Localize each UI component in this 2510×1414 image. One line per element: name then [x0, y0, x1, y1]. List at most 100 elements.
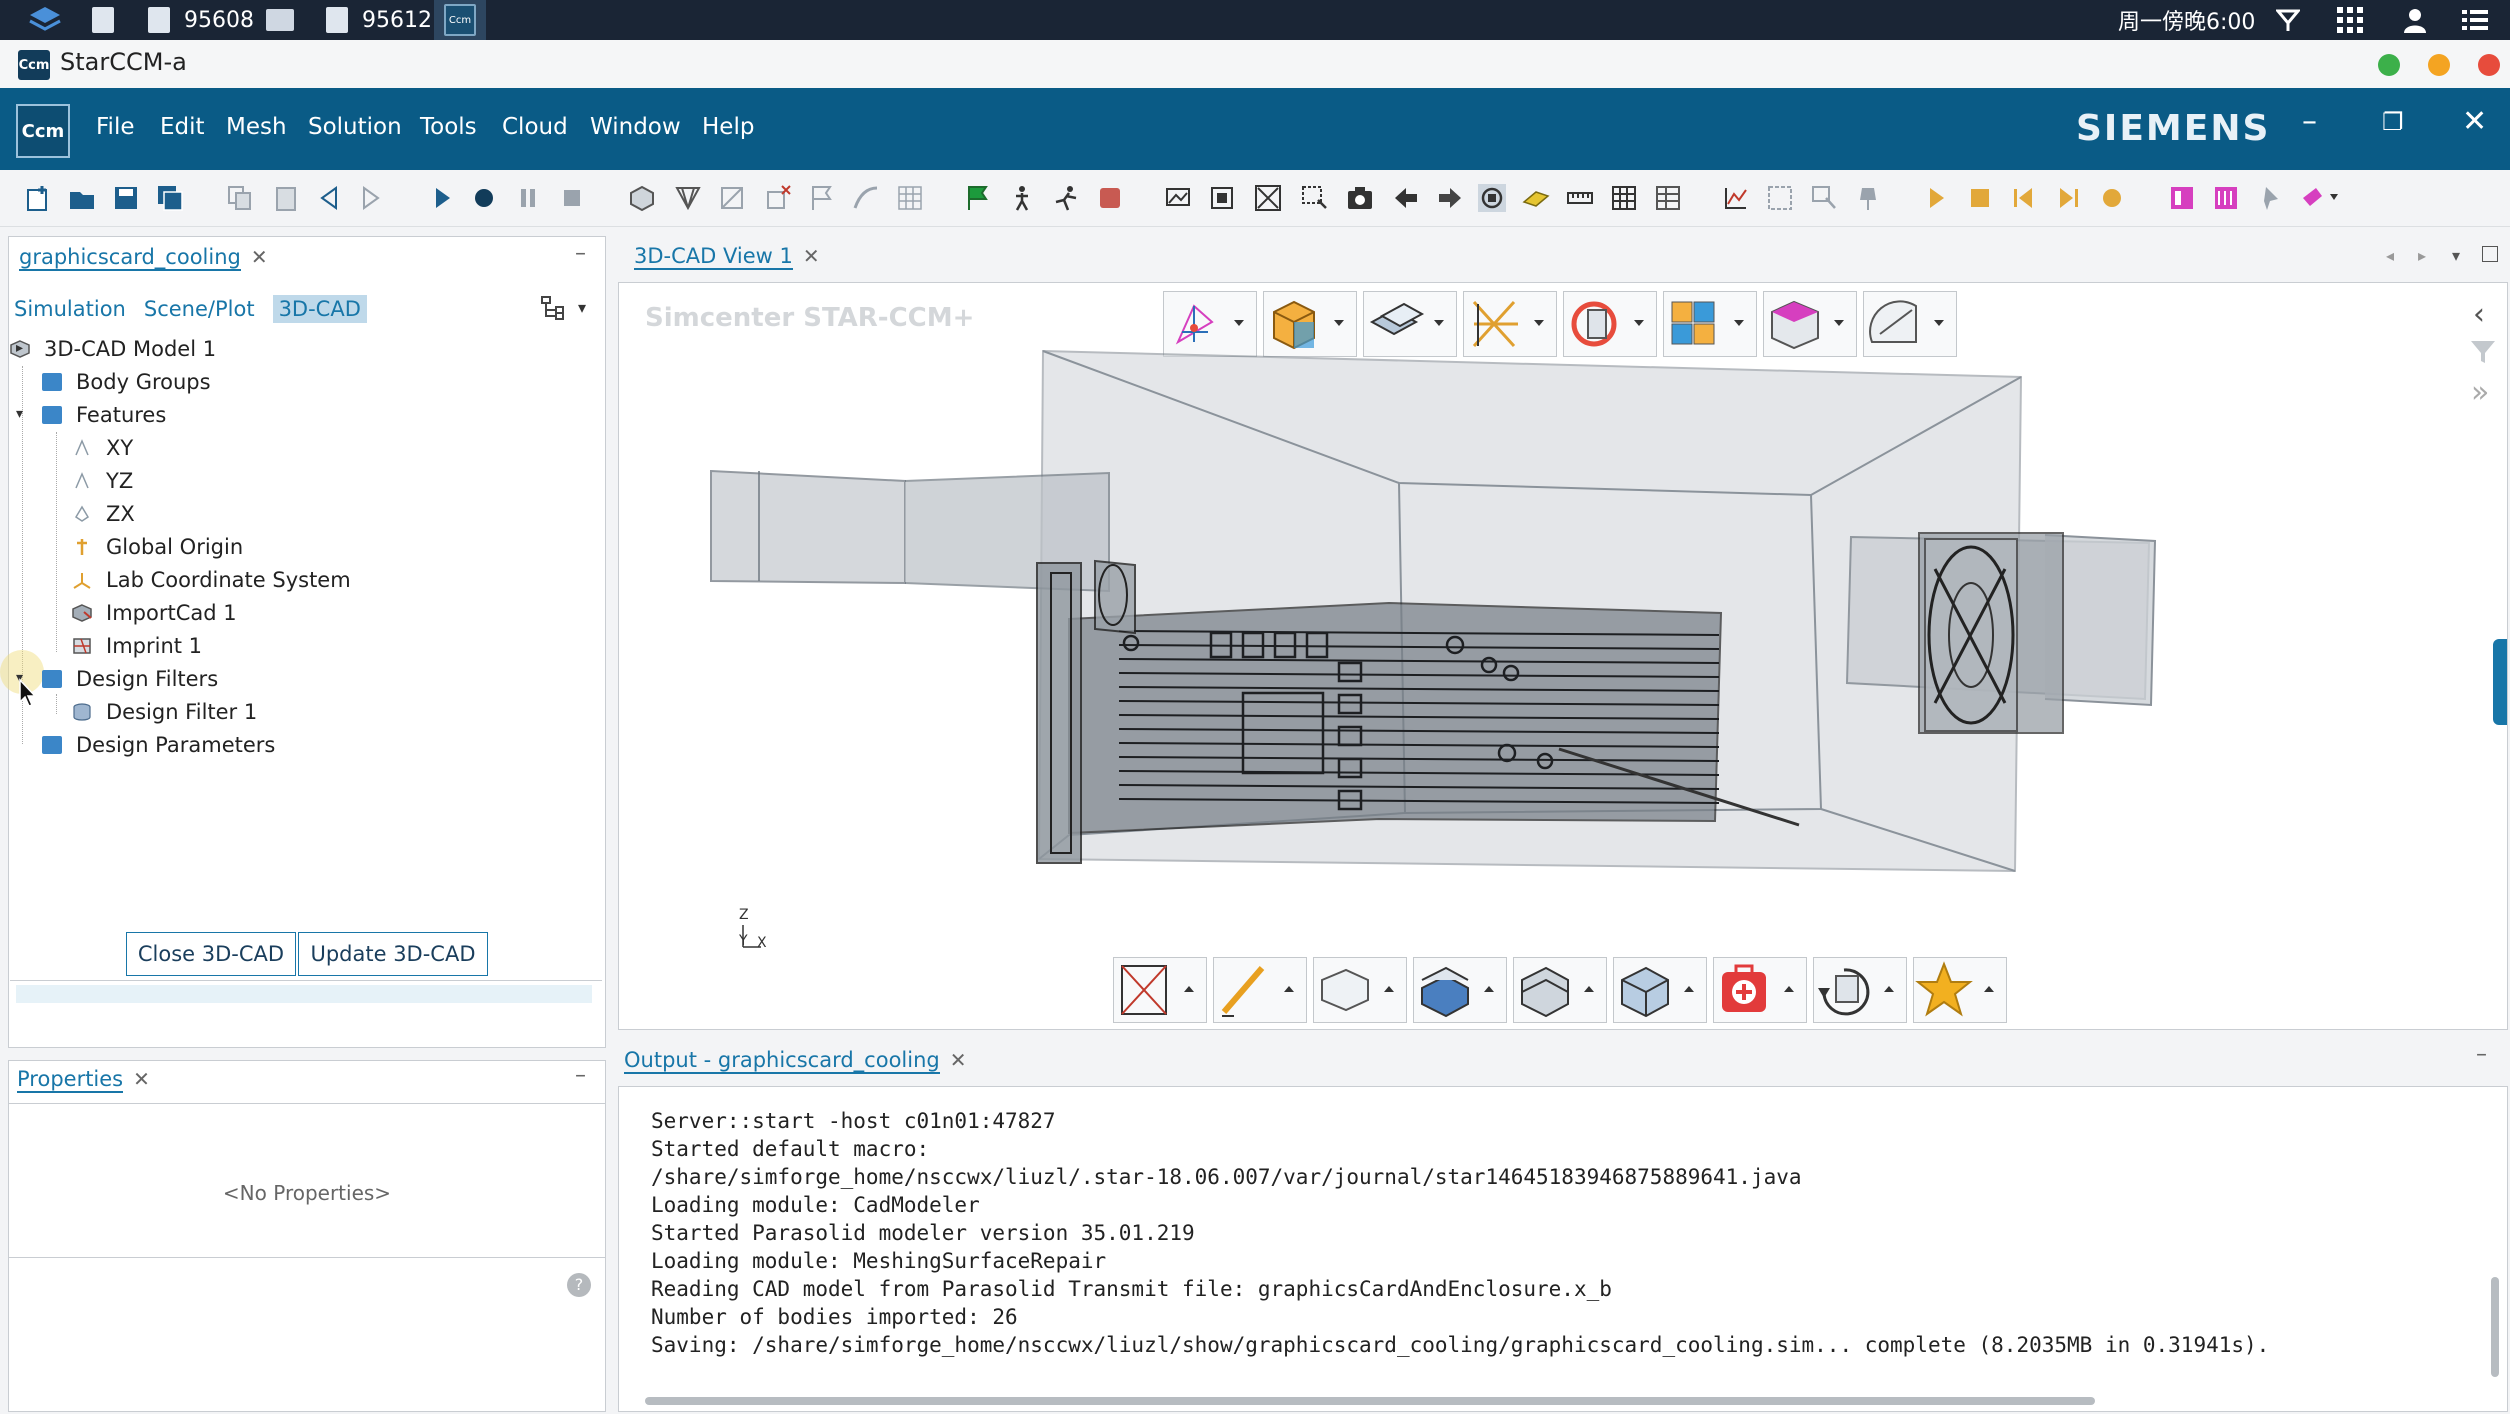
subtab-3d-cad[interactable]: 3D-CAD [272, 295, 367, 323]
file-icon[interactable] [92, 0, 114, 40]
window-minimize-button[interactable] [2378, 54, 2400, 76]
tree-item-design-filter-1[interactable]: Design Filter 1 [72, 695, 257, 728]
collapse-icon[interactable]: ▾ [16, 406, 23, 422]
stop-animation-icon[interactable] [1966, 184, 1994, 212]
plot-icon[interactable] [1722, 184, 1750, 212]
bottom-tool-blend[interactable] [1413, 957, 1507, 1023]
layout-icon[interactable] [2168, 184, 2196, 212]
horizontal-scrollbar[interactable] [645, 1397, 2095, 1405]
taskbar-starccm[interactable]: Ccm [434, 0, 486, 40]
back-arrow-icon[interactable] [1392, 184, 1420, 212]
minimize-icon[interactable]: – [2302, 104, 2317, 139]
play-animation-icon[interactable] [1922, 184, 1950, 212]
network-icon[interactable] [2276, 0, 2300, 40]
3d-cad-view[interactable]: Simcenter STAR-CCM+ ‹ » Z Y X [618, 282, 2508, 1030]
tree-item-lab-coordinate-system[interactable]: Lab Coordinate System [72, 563, 351, 596]
minimize-panel-icon[interactable]: – [575, 1063, 586, 1088]
folder-icon[interactable] [266, 0, 294, 40]
undo-icon[interactable] [316, 184, 344, 212]
subtab-scene-plot[interactable]: Scene/Plot [144, 297, 255, 321]
run-icon[interactable] [428, 184, 456, 212]
apps-grid-icon[interactable] [2336, 0, 2364, 40]
menu-icon[interactable] [2462, 0, 2488, 40]
step-forward-icon[interactable] [2054, 184, 2082, 212]
tab-next-icon[interactable]: ▸ [2418, 246, 2426, 265]
step-back-icon[interactable] [2010, 184, 2038, 212]
tree-item-body-groups[interactable]: Body Groups [42, 365, 211, 398]
copy-icon[interactable] [226, 184, 254, 212]
camera-icon[interactable] [1346, 184, 1374, 212]
forward-arrow-icon[interactable] [1436, 184, 1464, 212]
menu-edit[interactable]: Edit [160, 114, 205, 140]
select-region-icon[interactable] [1300, 184, 1328, 212]
window-close-button[interactable] [2478, 54, 2500, 76]
tree-view-icon[interactable] [540, 294, 566, 322]
close-icon[interactable]: ✕ [251, 245, 268, 269]
run-solver-icon[interactable] [1052, 184, 1080, 212]
paste-icon[interactable] [272, 184, 300, 212]
bottom-tool-transform[interactable] [1813, 957, 1907, 1023]
new-simulation-icon[interactable] [24, 184, 52, 212]
bottom-tool-favorites[interactable] [1913, 957, 2007, 1023]
plane-section-icon[interactable] [1522, 184, 1550, 212]
collapse-side-icon[interactable]: ‹ [2473, 297, 2485, 332]
menu-solution[interactable]: Solution [308, 114, 402, 140]
probe-icon[interactable] [1854, 184, 1882, 212]
record-icon[interactable] [470, 184, 498, 212]
minimize-panel-icon[interactable]: – [575, 241, 586, 266]
menu-file[interactable]: File [96, 114, 135, 140]
bottom-tool-boolean[interactable] [1613, 957, 1707, 1023]
close-icon[interactable]: ✕ [950, 1048, 967, 1072]
grid-cells-icon[interactable] [896, 184, 924, 212]
maximize-view-icon[interactable] [2482, 246, 2498, 262]
select-box-icon[interactable] [1810, 184, 1838, 212]
minimize-panel-icon[interactable]: – [2476, 1042, 2487, 1067]
geometry-icon[interactable] [628, 184, 656, 212]
output-console[interactable]: Server::start -host c01n01:47827 Started… [618, 1086, 2508, 1412]
stop-icon[interactable] [558, 184, 586, 212]
ruler-icon[interactable] [1566, 184, 1594, 212]
tree-item-yz[interactable]: YZ [72, 464, 133, 497]
filter-icon[interactable] [2469, 339, 2497, 365]
view-toggle-icon[interactable] [1478, 184, 1506, 212]
launcher-icon[interactable] [28, 0, 62, 40]
scene-icon[interactable] [1164, 184, 1192, 212]
clear-mesh-icon[interactable] [764, 184, 792, 212]
save-all-icon[interactable] [156, 184, 184, 212]
flag-icon[interactable] [964, 184, 992, 212]
flag-outline-icon[interactable] [808, 184, 836, 212]
window-maximize-button[interactable] [2428, 54, 2450, 76]
step-icon[interactable] [1008, 184, 1036, 212]
table-icon[interactable] [1610, 184, 1638, 212]
restore-icon[interactable]: ❐ [2382, 108, 2404, 136]
select-all-icon[interactable] [1766, 184, 1794, 212]
bottom-tool-split[interactable] [1513, 957, 1607, 1023]
tab-properties[interactable]: Properties ✕ [17, 1067, 150, 1093]
surface-mesh-icon[interactable] [718, 184, 746, 212]
user-icon[interactable] [2402, 0, 2428, 40]
expand-icon[interactable]: ▸ [16, 340, 23, 356]
tree-item-3d-cad-model[interactable]: 3D-CAD Model 1 [10, 332, 216, 365]
menu-help[interactable]: Help [702, 114, 754, 140]
stop-solver-icon[interactable] [1096, 184, 1124, 212]
zoom-extent-icon[interactable] [1254, 184, 1282, 212]
record-animation-icon[interactable] [2098, 184, 2126, 212]
close-icon[interactable]: ✕ [133, 1067, 150, 1091]
tree-item-global-origin[interactable]: Global Origin [72, 530, 243, 563]
tree-item-zx[interactable]: ZX [72, 497, 135, 530]
fit-view-icon[interactable] [1208, 184, 1236, 212]
bottom-tool-sketch[interactable] [1213, 957, 1307, 1023]
tab-list-icon[interactable]: ▾ [2452, 246, 2460, 265]
save-icon[interactable] [112, 184, 140, 212]
mesh-icon[interactable] [674, 184, 702, 212]
pin-icon[interactable] [2256, 184, 2284, 212]
menu-window[interactable]: Window [590, 114, 681, 140]
menu-mesh[interactable]: Mesh [226, 114, 287, 140]
vertical-scrollbar[interactable] [2491, 1277, 2499, 1377]
close-icon[interactable]: ✕ [803, 244, 820, 268]
menu-cloud[interactable]: Cloud [502, 114, 568, 140]
subtab-dropdown-icon[interactable]: ▾ [578, 298, 586, 317]
redo-icon[interactable] [356, 184, 384, 212]
close-icon[interactable]: ✕ [2462, 104, 2487, 139]
tree-item-design-parameters[interactable]: Design Parameters [42, 728, 275, 761]
